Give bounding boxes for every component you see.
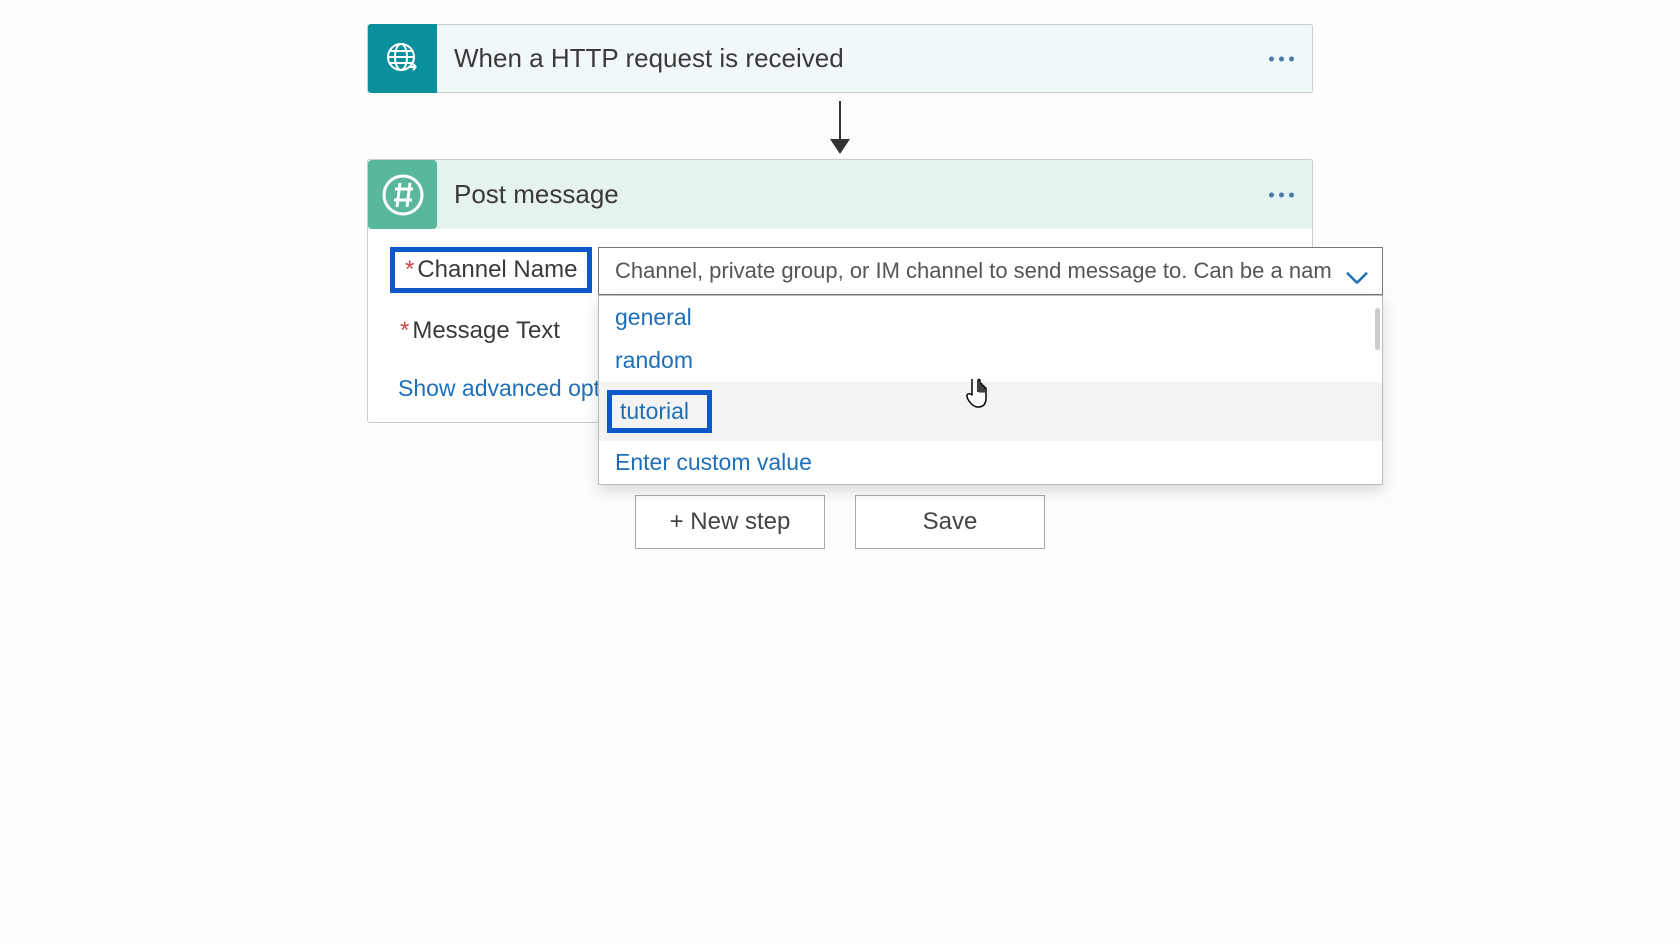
footer-buttons: + New step Save bbox=[0, 495, 1680, 549]
channel-name-dropdown[interactable]: Channel, private group, or IM channel to… bbox=[598, 247, 1383, 295]
dropdown-option-general[interactable]: general bbox=[599, 296, 1382, 339]
action-body: *Channel Name Channel, private group, or… bbox=[368, 229, 1312, 422]
message-text-label: *Message Text bbox=[390, 311, 570, 351]
field-row-channel: *Channel Name Channel, private group, or… bbox=[390, 247, 1290, 295]
flow-arrow-icon bbox=[839, 101, 841, 151]
channel-name-placeholder: Channel, private group, or IM channel to… bbox=[615, 258, 1332, 284]
action-header[interactable]: Post message bbox=[368, 160, 1312, 229]
option-text: general bbox=[615, 304, 692, 331]
option-text: tutorial bbox=[607, 390, 712, 433]
message-text-label-text: Message Text bbox=[412, 317, 560, 344]
chevron-down-icon bbox=[1346, 264, 1368, 276]
channel-name-label: *Channel Name bbox=[390, 247, 592, 293]
new-step-button[interactable]: + New step bbox=[635, 495, 825, 549]
action-card: Post message *Channel Name Channel, priv… bbox=[367, 159, 1313, 423]
action-title: Post message bbox=[437, 179, 619, 210]
trigger-card[interactable]: When a HTTP request is received bbox=[367, 24, 1313, 93]
hash-channel-icon bbox=[368, 160, 437, 229]
dropdown-option-tutorial[interactable]: tutorial bbox=[599, 382, 1382, 441]
dropdown-option-random[interactable]: random bbox=[599, 339, 1382, 382]
trigger-more-button[interactable] bbox=[1269, 56, 1294, 61]
trigger-title: When a HTTP request is received bbox=[437, 43, 844, 74]
channel-name-label-text: Channel Name bbox=[417, 256, 577, 283]
option-text: random bbox=[615, 347, 693, 374]
channel-dropdown-list: general random tutorial Enter custom val… bbox=[598, 295, 1383, 485]
dropdown-option-custom[interactable]: Enter custom value bbox=[599, 441, 1382, 484]
action-more-button[interactable] bbox=[1269, 192, 1294, 197]
option-text: Enter custom value bbox=[615, 449, 812, 476]
http-request-icon bbox=[368, 24, 437, 93]
flow-canvas: When a HTTP request is received Post mes… bbox=[0, 0, 1680, 549]
save-button[interactable]: Save bbox=[855, 495, 1045, 549]
dropdown-scrollbar[interactable] bbox=[1375, 308, 1380, 350]
